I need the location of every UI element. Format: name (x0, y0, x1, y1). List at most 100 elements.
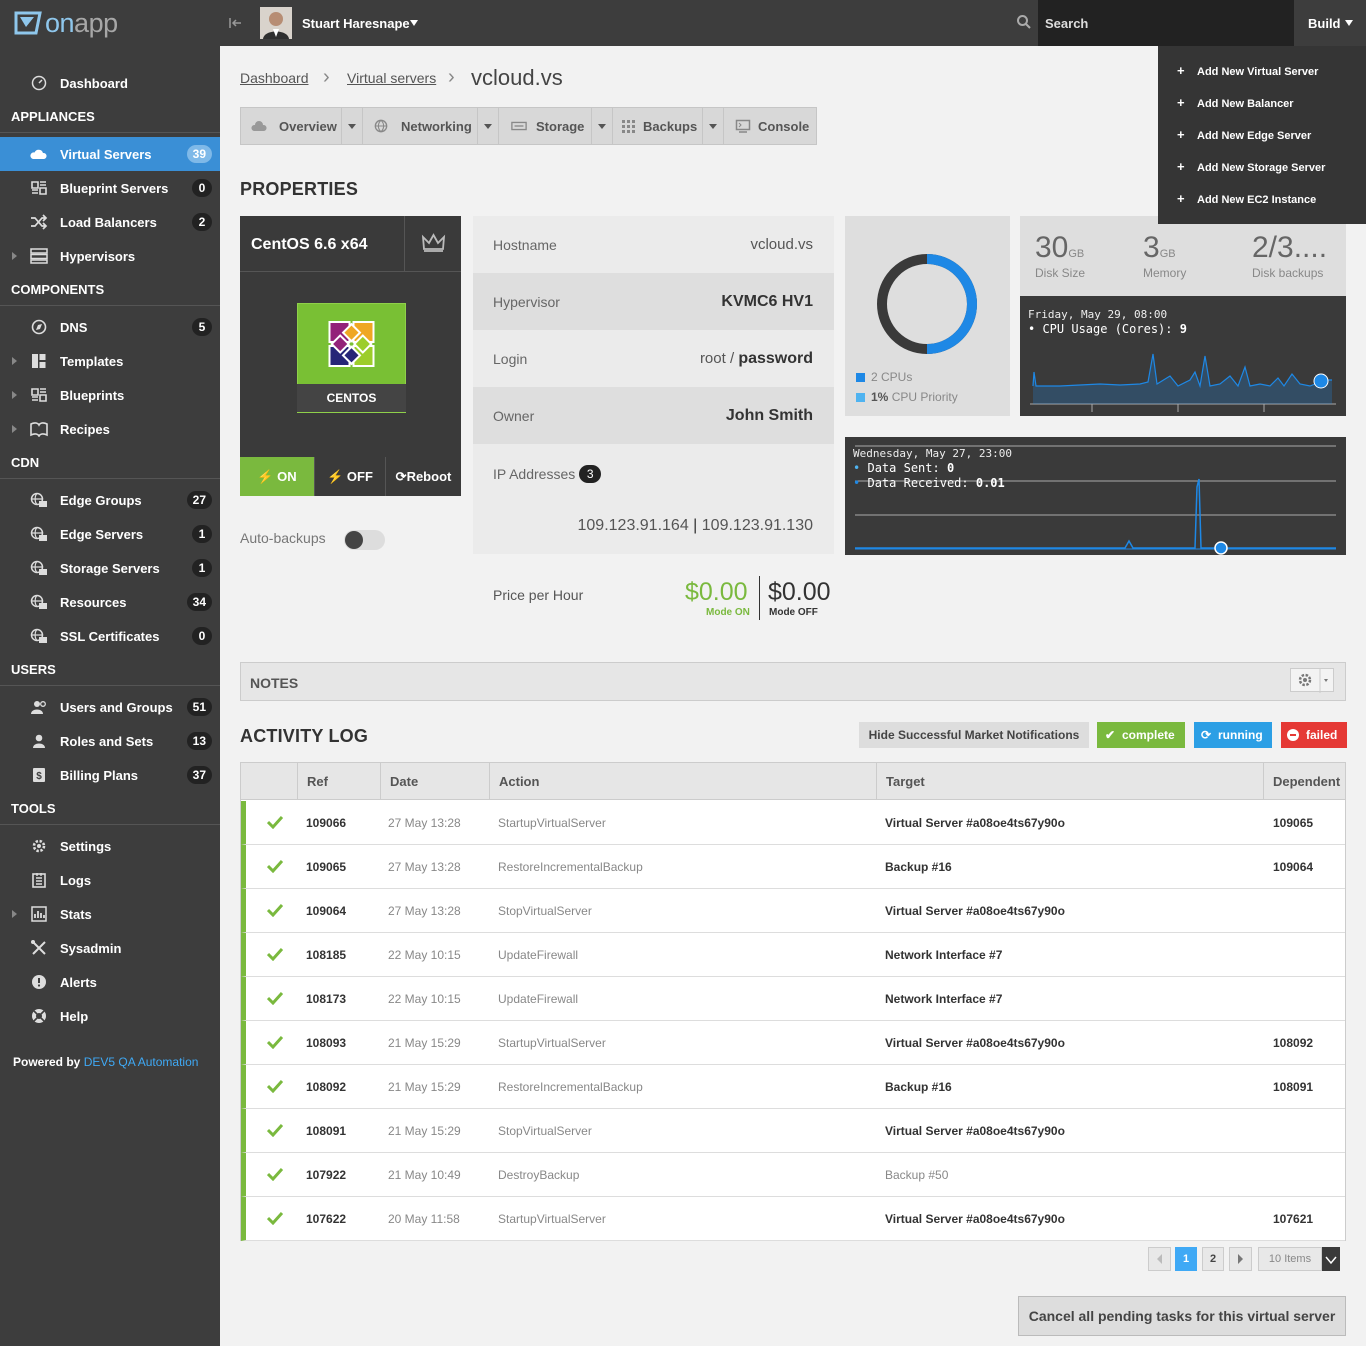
build-button[interactable]: Build (1294, 0, 1366, 46)
prev-page-button[interactable] (1148, 1247, 1171, 1271)
power-off-button[interactable]: ⚡ OFF (314, 457, 385, 496)
crown-icon[interactable] (404, 216, 461, 271)
sidebar-item-edge-servers[interactable]: Edge Servers 1 (0, 517, 220, 551)
collapse-sidebar-icon[interactable] (228, 15, 244, 31)
column-dependent[interactable]: Dependent (1263, 763, 1345, 800)
table-row[interactable]: 107622 20 May 11:58 StartupVirtualServer Vi… (241, 1197, 1345, 1241)
sidebar-item-dashboard[interactable]: Dashboard (0, 66, 220, 100)
table-row[interactable]: 107922 21 May 10:49 DestroyBackup Backup #5… (241, 1153, 1345, 1197)
sidebar-item-settings[interactable]: Settings (0, 829, 220, 863)
cell-target[interactable]: Network Interface #7 (885, 948, 1002, 962)
sidebar-item-stats[interactable]: Stats (0, 897, 220, 931)
build-menu-item-add-new-edge-server[interactable]: + Add New Edge Server (1158, 119, 1366, 151)
cell-target[interactable]: Virtual Server #a08oe4ts67y90o (885, 1124, 1065, 1138)
cell-dependent[interactable]: 109064 (1273, 860, 1313, 874)
notes-panel[interactable]: NOTES (240, 662, 1346, 701)
cell-ref[interactable]: 107922 (306, 1168, 346, 1182)
tab-overview[interactable]: Overview (241, 108, 363, 144)
filter-failed-button[interactable]: failed (1281, 722, 1347, 748)
sidebar-item-users-and-groups[interactable]: Users and Groups 51 (0, 690, 220, 724)
sidebar-item-recipes[interactable]: Recipes (0, 412, 220, 446)
expand-arrow-icon[interactable] (12, 357, 17, 365)
build-menu-item-add-new-ec2-instance[interactable]: + Add New EC2 Instance (1158, 183, 1366, 215)
cell-dependent[interactable]: 109065 (1273, 816, 1313, 830)
filter-complete-button[interactable]: ✔ complete (1097, 722, 1185, 748)
sidebar-item-roles-and-sets[interactable]: Roles and Sets 13 (0, 724, 220, 758)
sidebar-item-billing-plans[interactable]: $ Billing Plans 37 (0, 758, 220, 792)
cell-dependent[interactable]: 107621 (1273, 1212, 1313, 1226)
cell-ref[interactable]: 107622 (306, 1212, 346, 1226)
power-on-button[interactable]: ⚡ ON (240, 457, 314, 496)
sidebar-item-logs[interactable]: Logs (0, 863, 220, 897)
chevron-down-icon[interactable] (341, 108, 361, 144)
auto-backups-toggle[interactable] (344, 530, 385, 550)
table-row[interactable]: 108091 21 May 15:29 StopVirtualServer Virtu… (241, 1109, 1345, 1153)
sidebar-item-blueprint-servers[interactable]: Blueprint Servers 0 (0, 171, 220, 205)
onapp-logo[interactable]: onapp (14, 8, 118, 38)
sidebar-item-blueprints[interactable]: Blueprints (0, 378, 220, 412)
cell-ref[interactable]: 109066 (306, 816, 346, 830)
sidebar-item-dns[interactable]: DNS 5 (0, 310, 220, 344)
tab-console[interactable]: Console (724, 108, 816, 144)
next-page-button[interactable] (1229, 1247, 1252, 1271)
column-date[interactable]: Date (380, 763, 490, 800)
search-icon[interactable] (1016, 14, 1032, 30)
chevron-down-icon[interactable] (702, 108, 722, 144)
expand-arrow-icon[interactable] (12, 252, 17, 260)
expand-arrow-icon[interactable] (12, 391, 17, 399)
cell-ref[interactable]: 109064 (306, 904, 346, 918)
tab-storage[interactable]: Storage (499, 108, 613, 144)
property-value[interactable]: John Smith (726, 407, 813, 425)
items-per-page-select[interactable]: 10 Items (1258, 1247, 1322, 1271)
cancel-pending-tasks-button[interactable]: Cancel all pending tasks for this virtua… (1018, 1296, 1346, 1336)
column-action[interactable]: Action (489, 763, 877, 800)
cell-target[interactable]: Virtual Server #a08oe4ts67y90o (885, 1036, 1065, 1050)
table-row[interactable]: 108093 21 May 15:29 StartupVirtualServer Vi… (241, 1021, 1345, 1065)
cell-target[interactable]: Backup #16 (885, 1080, 952, 1094)
cell-target[interactable]: Backup #16 (885, 860, 952, 874)
sidebar-item-templates[interactable]: Templates (0, 344, 220, 378)
table-row[interactable]: 108173 22 May 10:15 UpdateFirewall Network … (241, 977, 1345, 1021)
tab-backups[interactable]: Backups (613, 108, 724, 144)
table-row[interactable]: 108185 22 May 10:15 UpdateFirewall Network … (241, 933, 1345, 977)
login-password[interactable]: password (738, 350, 813, 367)
sidebar-item-sysadmin[interactable]: Sysadmin (0, 931, 220, 965)
filter-running-button[interactable]: ⟳ running (1194, 722, 1272, 748)
cell-ref[interactable]: 108091 (306, 1124, 346, 1138)
user-menu-caret-icon[interactable] (410, 20, 418, 26)
expand-arrow-icon[interactable] (12, 425, 17, 433)
expand-arrow-icon[interactable] (12, 910, 17, 918)
cell-ref[interactable]: 108185 (306, 948, 346, 962)
search-input[interactable] (1038, 0, 1294, 46)
cell-ref[interactable]: 109065 (306, 860, 346, 874)
avatar[interactable] (260, 7, 292, 39)
hide-notifications-button[interactable]: Hide Successful Market Notifications (859, 722, 1089, 748)
breadcrumb-virtual-servers[interactable]: Virtual servers (347, 70, 436, 86)
cell-dependent[interactable]: 108091 (1273, 1080, 1313, 1094)
column-target[interactable]: Target (876, 763, 1264, 800)
cell-ref[interactable]: 108092 (306, 1080, 346, 1094)
sidebar-item-alerts[interactable]: Alerts (0, 965, 220, 999)
cell-target[interactable]: Virtual Server #a08oe4ts67y90o (885, 816, 1065, 830)
sidebar-item-virtual-servers[interactable]: Virtual Servers 39 (0, 137, 220, 171)
items-per-page-dropdown[interactable] (1322, 1247, 1340, 1271)
page-2-button[interactable]: 2 (1202, 1247, 1224, 1271)
table-row[interactable]: 109064 27 May 13:28 StopVirtualServer Virtu… (241, 889, 1345, 933)
build-menu-item-add-new-balancer[interactable]: + Add New Balancer (1158, 87, 1366, 119)
sidebar-item-hypervisors[interactable]: Hypervisors (0, 239, 220, 273)
sidebar-item-resources[interactable]: Resources 34 (0, 585, 220, 619)
cell-target[interactable]: Network Interface #7 (885, 992, 1002, 1006)
reboot-button[interactable]: ⟳Reboot (385, 457, 461, 496)
sidebar-item-load-balancers[interactable]: Load Balancers 2 (0, 205, 220, 239)
chevron-down-icon[interactable] (477, 108, 497, 144)
powered-by-link[interactable]: DEV5 QA Automation (84, 1055, 199, 1069)
tab-networking[interactable]: Networking (363, 108, 499, 144)
cell-ref[interactable]: 108173 (306, 992, 346, 1006)
sidebar-item-edge-groups[interactable]: Edge Groups 27 (0, 483, 220, 517)
page-1-button[interactable]: 1 (1175, 1247, 1197, 1271)
breadcrumb-dashboard[interactable]: Dashboard (240, 70, 309, 86)
username[interactable]: Stuart Haresnape (302, 16, 410, 31)
cell-dependent[interactable]: 108092 (1273, 1036, 1313, 1050)
cpu-usage-chart[interactable]: Friday, May 29, 08:00 • CPU Usage (Cores… (1020, 296, 1346, 416)
sidebar-item-help[interactable]: Help (0, 999, 220, 1033)
